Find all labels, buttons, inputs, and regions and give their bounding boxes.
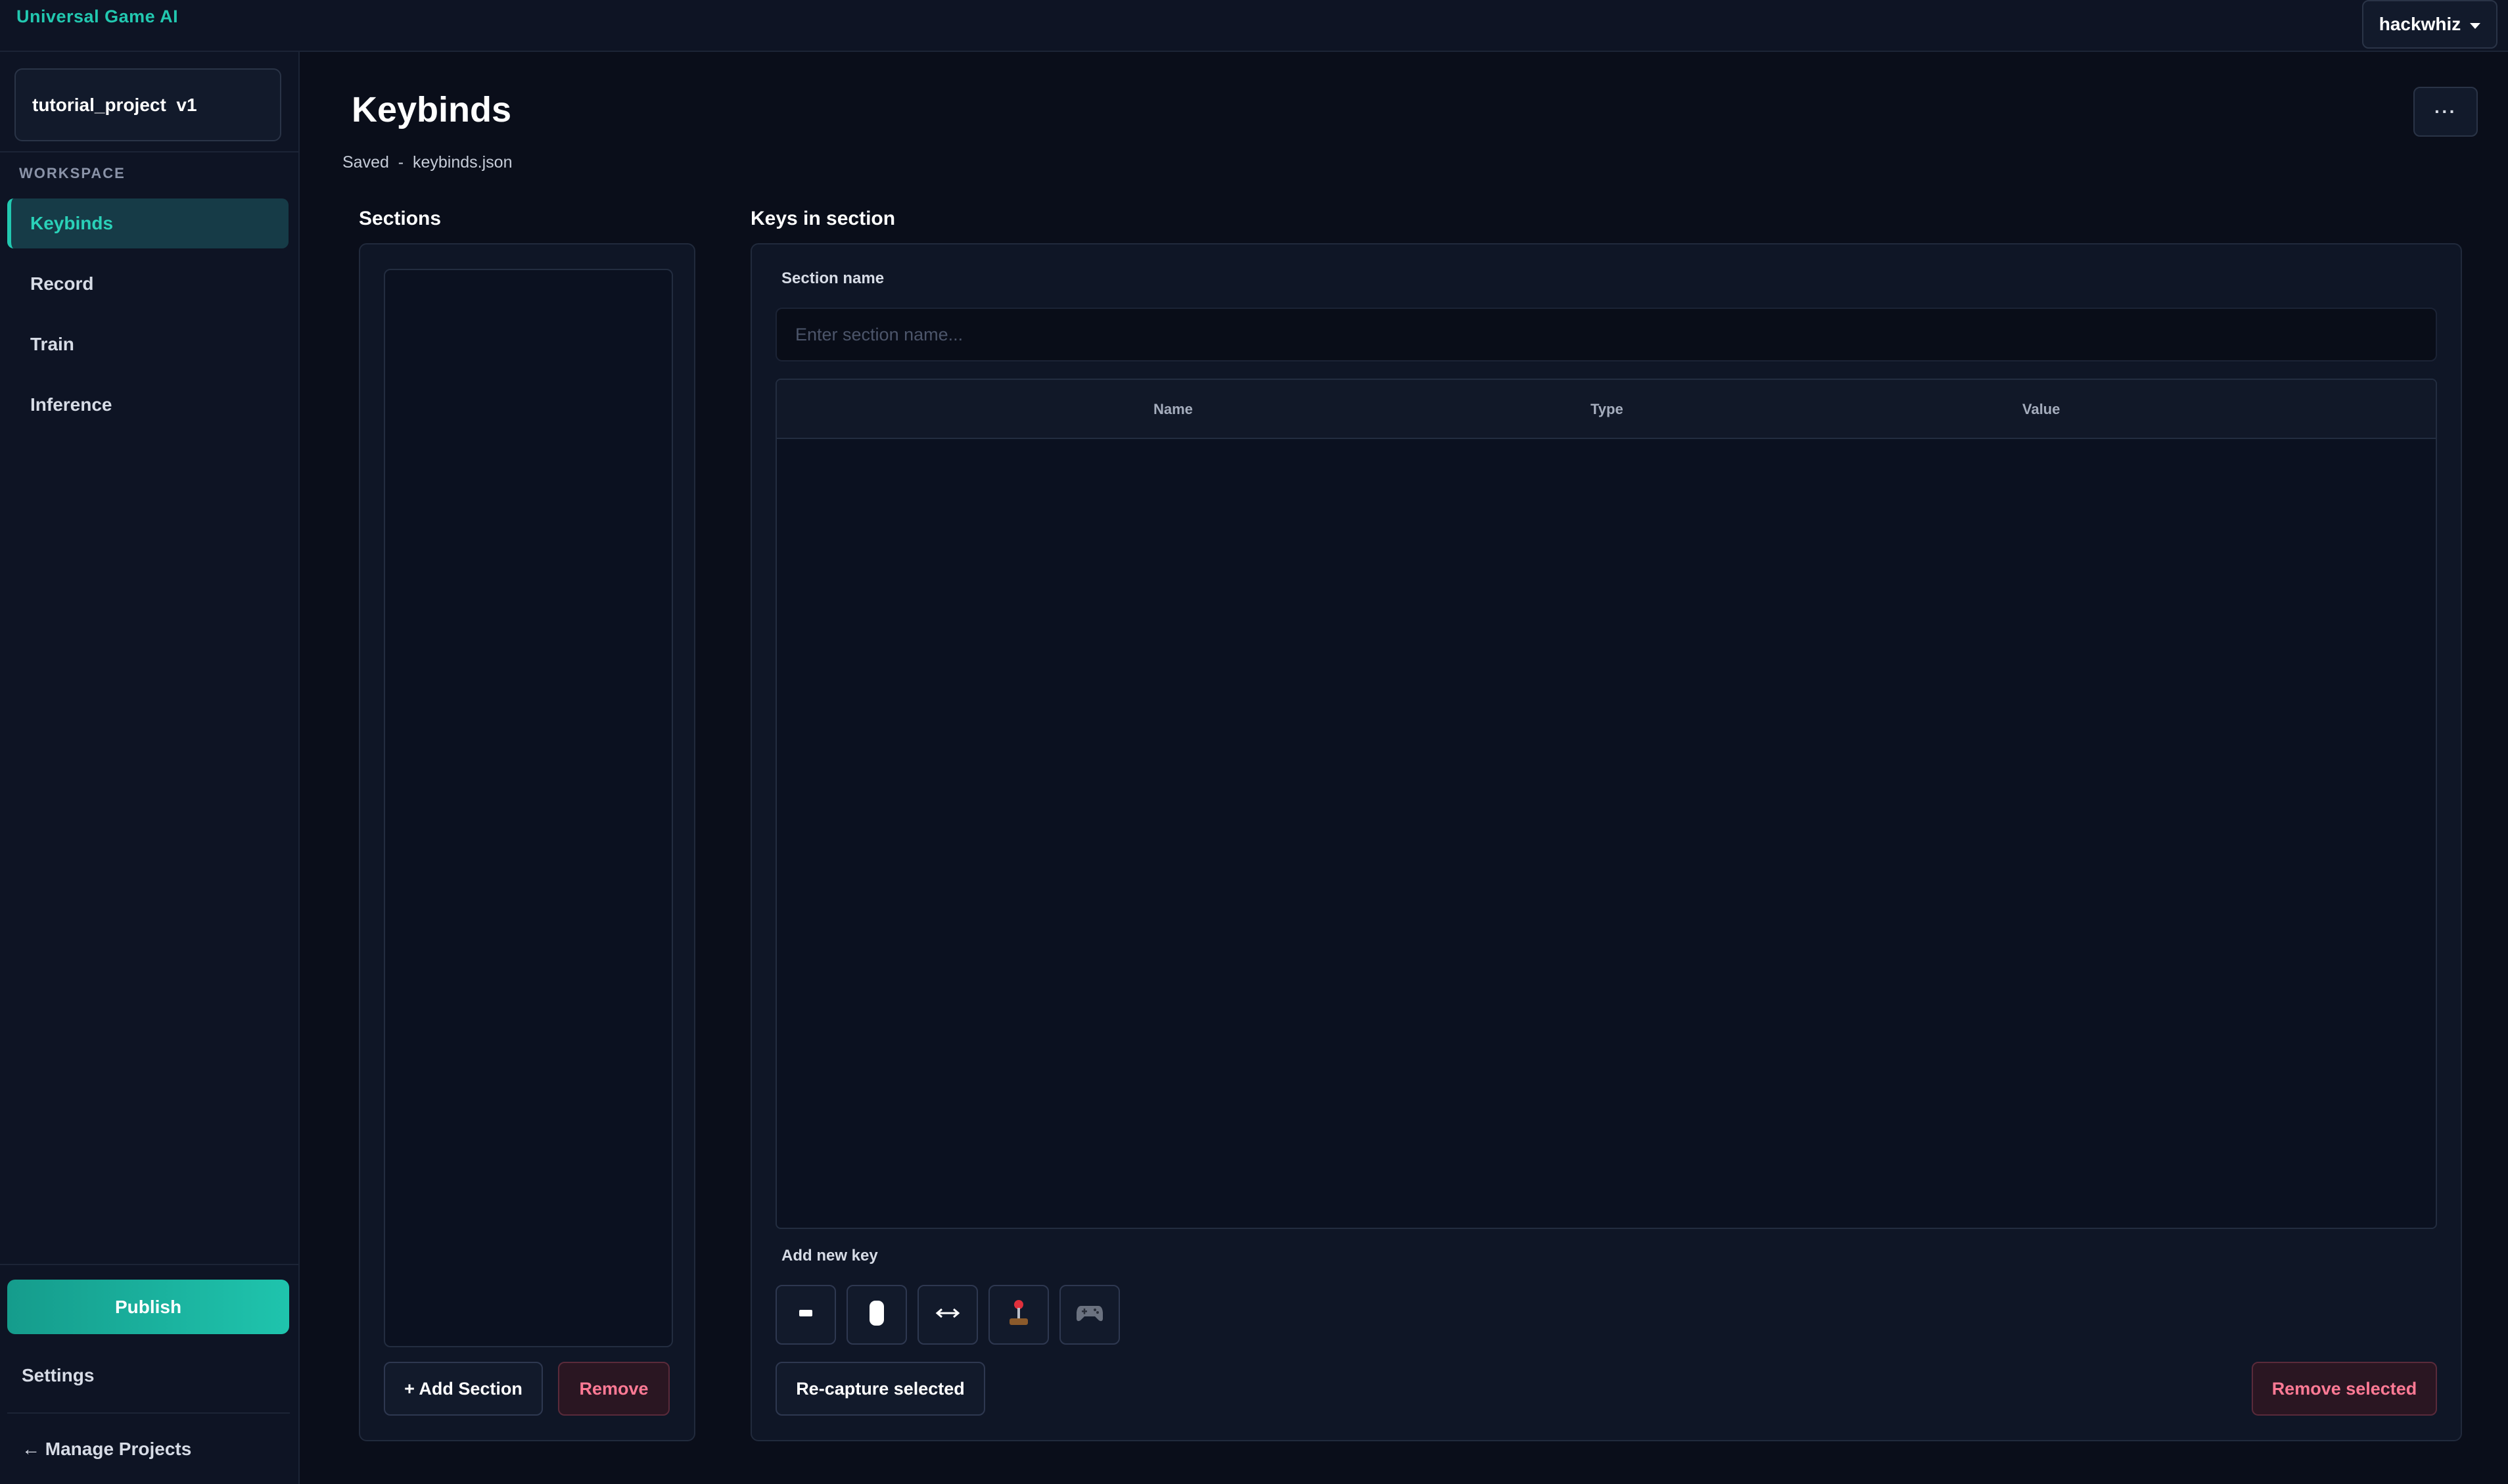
sidebar-item-inference[interactable]: Inference [7, 380, 289, 430]
chevron-down-icon [2470, 22, 2481, 29]
remove-section-button[interactable]: Remove [558, 1362, 670, 1416]
gamepad-icon [1076, 1303, 1103, 1326]
add-joystick-button[interactable] [988, 1285, 1049, 1345]
sections-heading: Sections [359, 208, 442, 229]
save-status: Saved - keybinds.json [342, 153, 513, 172]
manage-projects-link[interactable]: ← Manage Projects [22, 1439, 191, 1460]
column-header-name[interactable]: Name [1153, 401, 1193, 418]
remove-selected-button[interactable]: Remove selected [2252, 1362, 2437, 1416]
mouse-icon [868, 1299, 885, 1330]
keys-heading: Keys in section [751, 208, 896, 229]
add-section-button[interactable]: + Add Section [384, 1362, 543, 1416]
add-axis-button[interactable] [917, 1285, 978, 1345]
section-name-input[interactable] [776, 308, 2437, 361]
more-icon: ··· [2434, 101, 2457, 122]
sidebar-item-label: Train [30, 334, 74, 354]
settings-link[interactable]: Settings [22, 1365, 94, 1386]
sidebar-item-train[interactable]: Train [7, 319, 289, 369]
user-menu-button[interactable]: hackwhiz [2362, 0, 2497, 49]
publish-button[interactable]: Publish [7, 1280, 289, 1334]
sidebar-item-record[interactable]: Record [7, 259, 289, 309]
divider [0, 1264, 298, 1265]
divider [7, 1412, 290, 1414]
joystick-icon [1008, 1299, 1030, 1331]
add-gamepad-button[interactable] [1059, 1285, 1120, 1345]
horizontal-arrows-icon [935, 1307, 960, 1323]
app-title: Universal Game AI [16, 7, 179, 26]
table-header: Name Type Value [777, 380, 2436, 439]
column-header-type[interactable]: Type [1591, 401, 1623, 418]
top-bar: Universal Game AI hackwhiz [0, 0, 2508, 52]
sidebar-item-label: Inference [30, 394, 112, 415]
more-options-button[interactable]: ··· [2413, 87, 2478, 137]
keys-table[interactable]: Name Type Value [776, 379, 2437, 1229]
project-selector[interactable]: tutorial_project v1 [14, 68, 281, 141]
sidebar-item-label: Keybinds [30, 213, 114, 233]
add-keyboard-key-button[interactable] [776, 1285, 836, 1345]
workspace-label: WORKSPACE [19, 165, 126, 181]
add-new-key-label: Add new key [781, 1247, 878, 1264]
sidebar-item-keybinds[interactable]: Keybinds [7, 198, 289, 248]
column-header-value[interactable]: Value [2022, 401, 2060, 418]
page-title: Keybinds [352, 90, 512, 129]
recapture-selected-button[interactable]: Re-capture selected [776, 1362, 985, 1416]
keyboard-key-icon [799, 1309, 813, 1321]
section-name-label: Section name [781, 269, 885, 287]
sidebar-item-label: Record [30, 273, 94, 294]
sidebar: tutorial_project v1 WORKSPACE Keybinds R… [0, 52, 300, 1484]
add-mouse-button[interactable] [847, 1285, 907, 1345]
divider [0, 151, 298, 152]
project-label: tutorial_project v1 [32, 94, 197, 115]
sections-list[interactable] [384, 269, 673, 1347]
user-name: hackwhiz [2379, 14, 2461, 34]
